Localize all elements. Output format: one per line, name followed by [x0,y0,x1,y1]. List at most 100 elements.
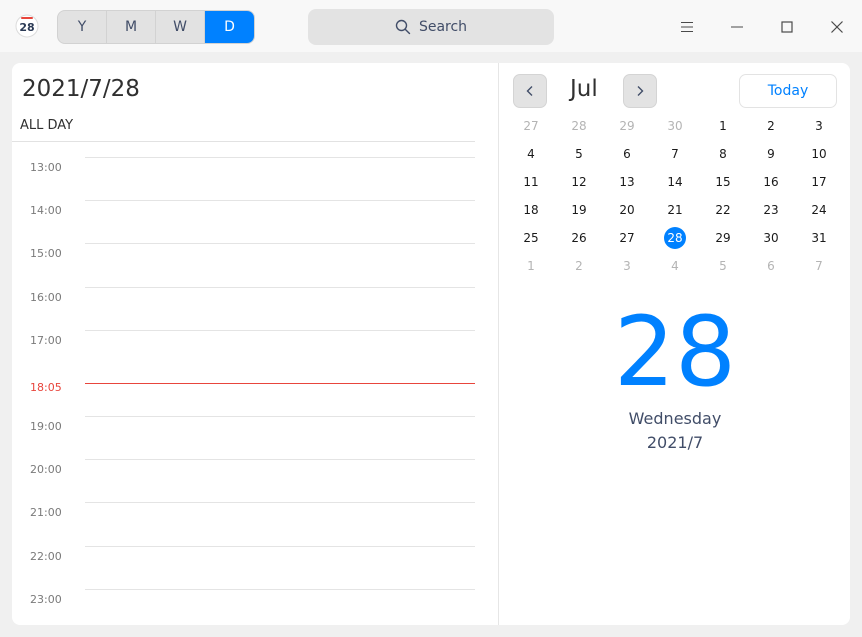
hour-label: 17:00 [30,334,62,347]
current-time-indicator [85,383,475,384]
hour-row-1600[interactable]: 16:00 [0,287,480,311]
calendar-day[interactable]: 27 [603,224,651,252]
calendar-day[interactable]: 19 [555,196,603,224]
menu-button[interactable] [674,14,700,40]
calendar-day[interactable]: 7 [651,140,699,168]
hour-label: 23:00 [30,593,62,606]
hour-line [85,330,475,331]
search-label: Search [418,19,468,35]
hour-line [85,546,475,547]
calendar-day[interactable]: 22 [699,196,747,224]
maximize-button[interactable] [774,14,800,40]
calendar-day[interactable]: 6 [747,252,795,280]
calendar-day[interactable]: 29 [603,112,651,140]
day-view-button[interactable]: D [205,11,254,43]
calendar-day[interactable]: 4 [507,140,555,168]
calendar-day[interactable]: 2 [555,252,603,280]
calendar-day[interactable]: 24 [795,196,843,224]
close-icon [831,21,843,33]
hour-line [85,157,475,158]
calendar-day[interactable]: 10 [795,140,843,168]
hour-label: 16:00 [30,291,62,304]
calendar-day[interactable]: 14 [651,168,699,196]
hour-line [85,589,475,590]
hour-line [85,287,475,288]
hour-line [85,200,475,201]
week-view-button[interactable]: W [156,11,205,43]
hour-row-1700[interactable]: 17:00 [0,330,480,354]
calendar-day[interactable]: 23 [747,196,795,224]
search-box[interactable]: Search [308,9,554,45]
calendar-day[interactable]: 12 [555,168,603,196]
app-icon-day: 28 [19,21,34,34]
year-view-button[interactable]: Y [58,11,107,43]
calendar-week: 27 28 29 30 1 2 3 [507,112,843,140]
minimize-button[interactable] [724,14,750,40]
calendar-day[interactable]: 16 [747,168,795,196]
hour-label: 21:00 [30,506,62,519]
calendar-day[interactable]: 11 [507,168,555,196]
calendar-day[interactable]: 28 [555,112,603,140]
calendar-day[interactable]: 3 [795,112,843,140]
calendar-day[interactable]: 29 [699,224,747,252]
calendar-day[interactable]: 3 [603,252,651,280]
hour-label: 13:00 [30,161,62,174]
selected-day-number: 28 [664,227,686,249]
calendar-day[interactable]: 7 [795,252,843,280]
hour-row-1900[interactable]: 19:00 [0,416,480,440]
close-button[interactable] [824,14,850,40]
month-view-button[interactable]: M [107,11,156,43]
calendar-day[interactable]: 2 [747,112,795,140]
calendar-day[interactable]: 18 [507,196,555,224]
view-switcher: Y M W D [57,10,255,44]
calendar-day[interactable]: 4 [651,252,699,280]
today-button[interactable]: Today [739,74,837,108]
calendar-day[interactable]: 1 [507,252,555,280]
calendar-day[interactable]: 5 [555,140,603,168]
all-day-label: ALL DAY [20,118,74,133]
calendar-week: 25 26 27 28 29 30 31 [507,224,843,252]
calendar-day[interactable]: 31 [795,224,843,252]
hour-row-2200[interactable]: 22:00 [0,546,480,570]
hour-line [85,243,475,244]
calendar-day[interactable]: 9 [747,140,795,168]
hour-label: 14:00 [30,204,62,217]
calendar-day[interactable]: 5 [699,252,747,280]
calendar-day[interactable]: 15 [699,168,747,196]
hour-row-1400[interactable]: 14:00 [0,200,480,224]
calendar-day-selected[interactable]: 28 [651,224,699,252]
calendar-day[interactable]: 17 [795,168,843,196]
calendar-day[interactable]: 25 [507,224,555,252]
month-label: Jul [570,76,598,102]
calendar-day[interactable]: 8 [699,140,747,168]
calendar-week: 4 5 6 7 8 9 10 [507,140,843,168]
calendar-day[interactable]: 20 [603,196,651,224]
calendar-day[interactable]: 26 [555,224,603,252]
hour-line [85,416,475,417]
title-bar: 28 Y M W D Search [0,0,862,52]
hour-row-2100[interactable]: 21:00 [0,502,480,526]
calendar-week: 18 19 20 21 22 23 24 [507,196,843,224]
calendar-day[interactable]: 30 [747,224,795,252]
calendar-day[interactable]: 13 [603,168,651,196]
calendar-day[interactable]: 21 [651,196,699,224]
calendar-day[interactable]: 27 [507,112,555,140]
hour-label: 20:00 [30,463,62,476]
calendar-day[interactable]: 1 [699,112,747,140]
calendar-day[interactable]: 30 [651,112,699,140]
all-day-divider [12,141,475,142]
minimize-icon [731,26,743,28]
search-icon [395,19,411,35]
hour-label: 19:00 [30,420,62,433]
calendar-week: 11 12 13 14 15 16 17 [507,168,843,196]
calendar-day[interactable]: 6 [603,140,651,168]
previous-month-button[interactable] [513,74,547,108]
hour-row-1300[interactable]: 13:00 [0,157,480,181]
chevron-left-icon [526,86,533,96]
hour-row-2000[interactable]: 20:00 [0,459,480,483]
hour-row-2300[interactable]: 23:00 [0,589,480,613]
hour-row-1500[interactable]: 15:00 [0,243,480,267]
selected-weekday: Wednesday [628,409,722,428]
chevron-right-icon [637,86,644,96]
next-month-button[interactable] [623,74,657,108]
